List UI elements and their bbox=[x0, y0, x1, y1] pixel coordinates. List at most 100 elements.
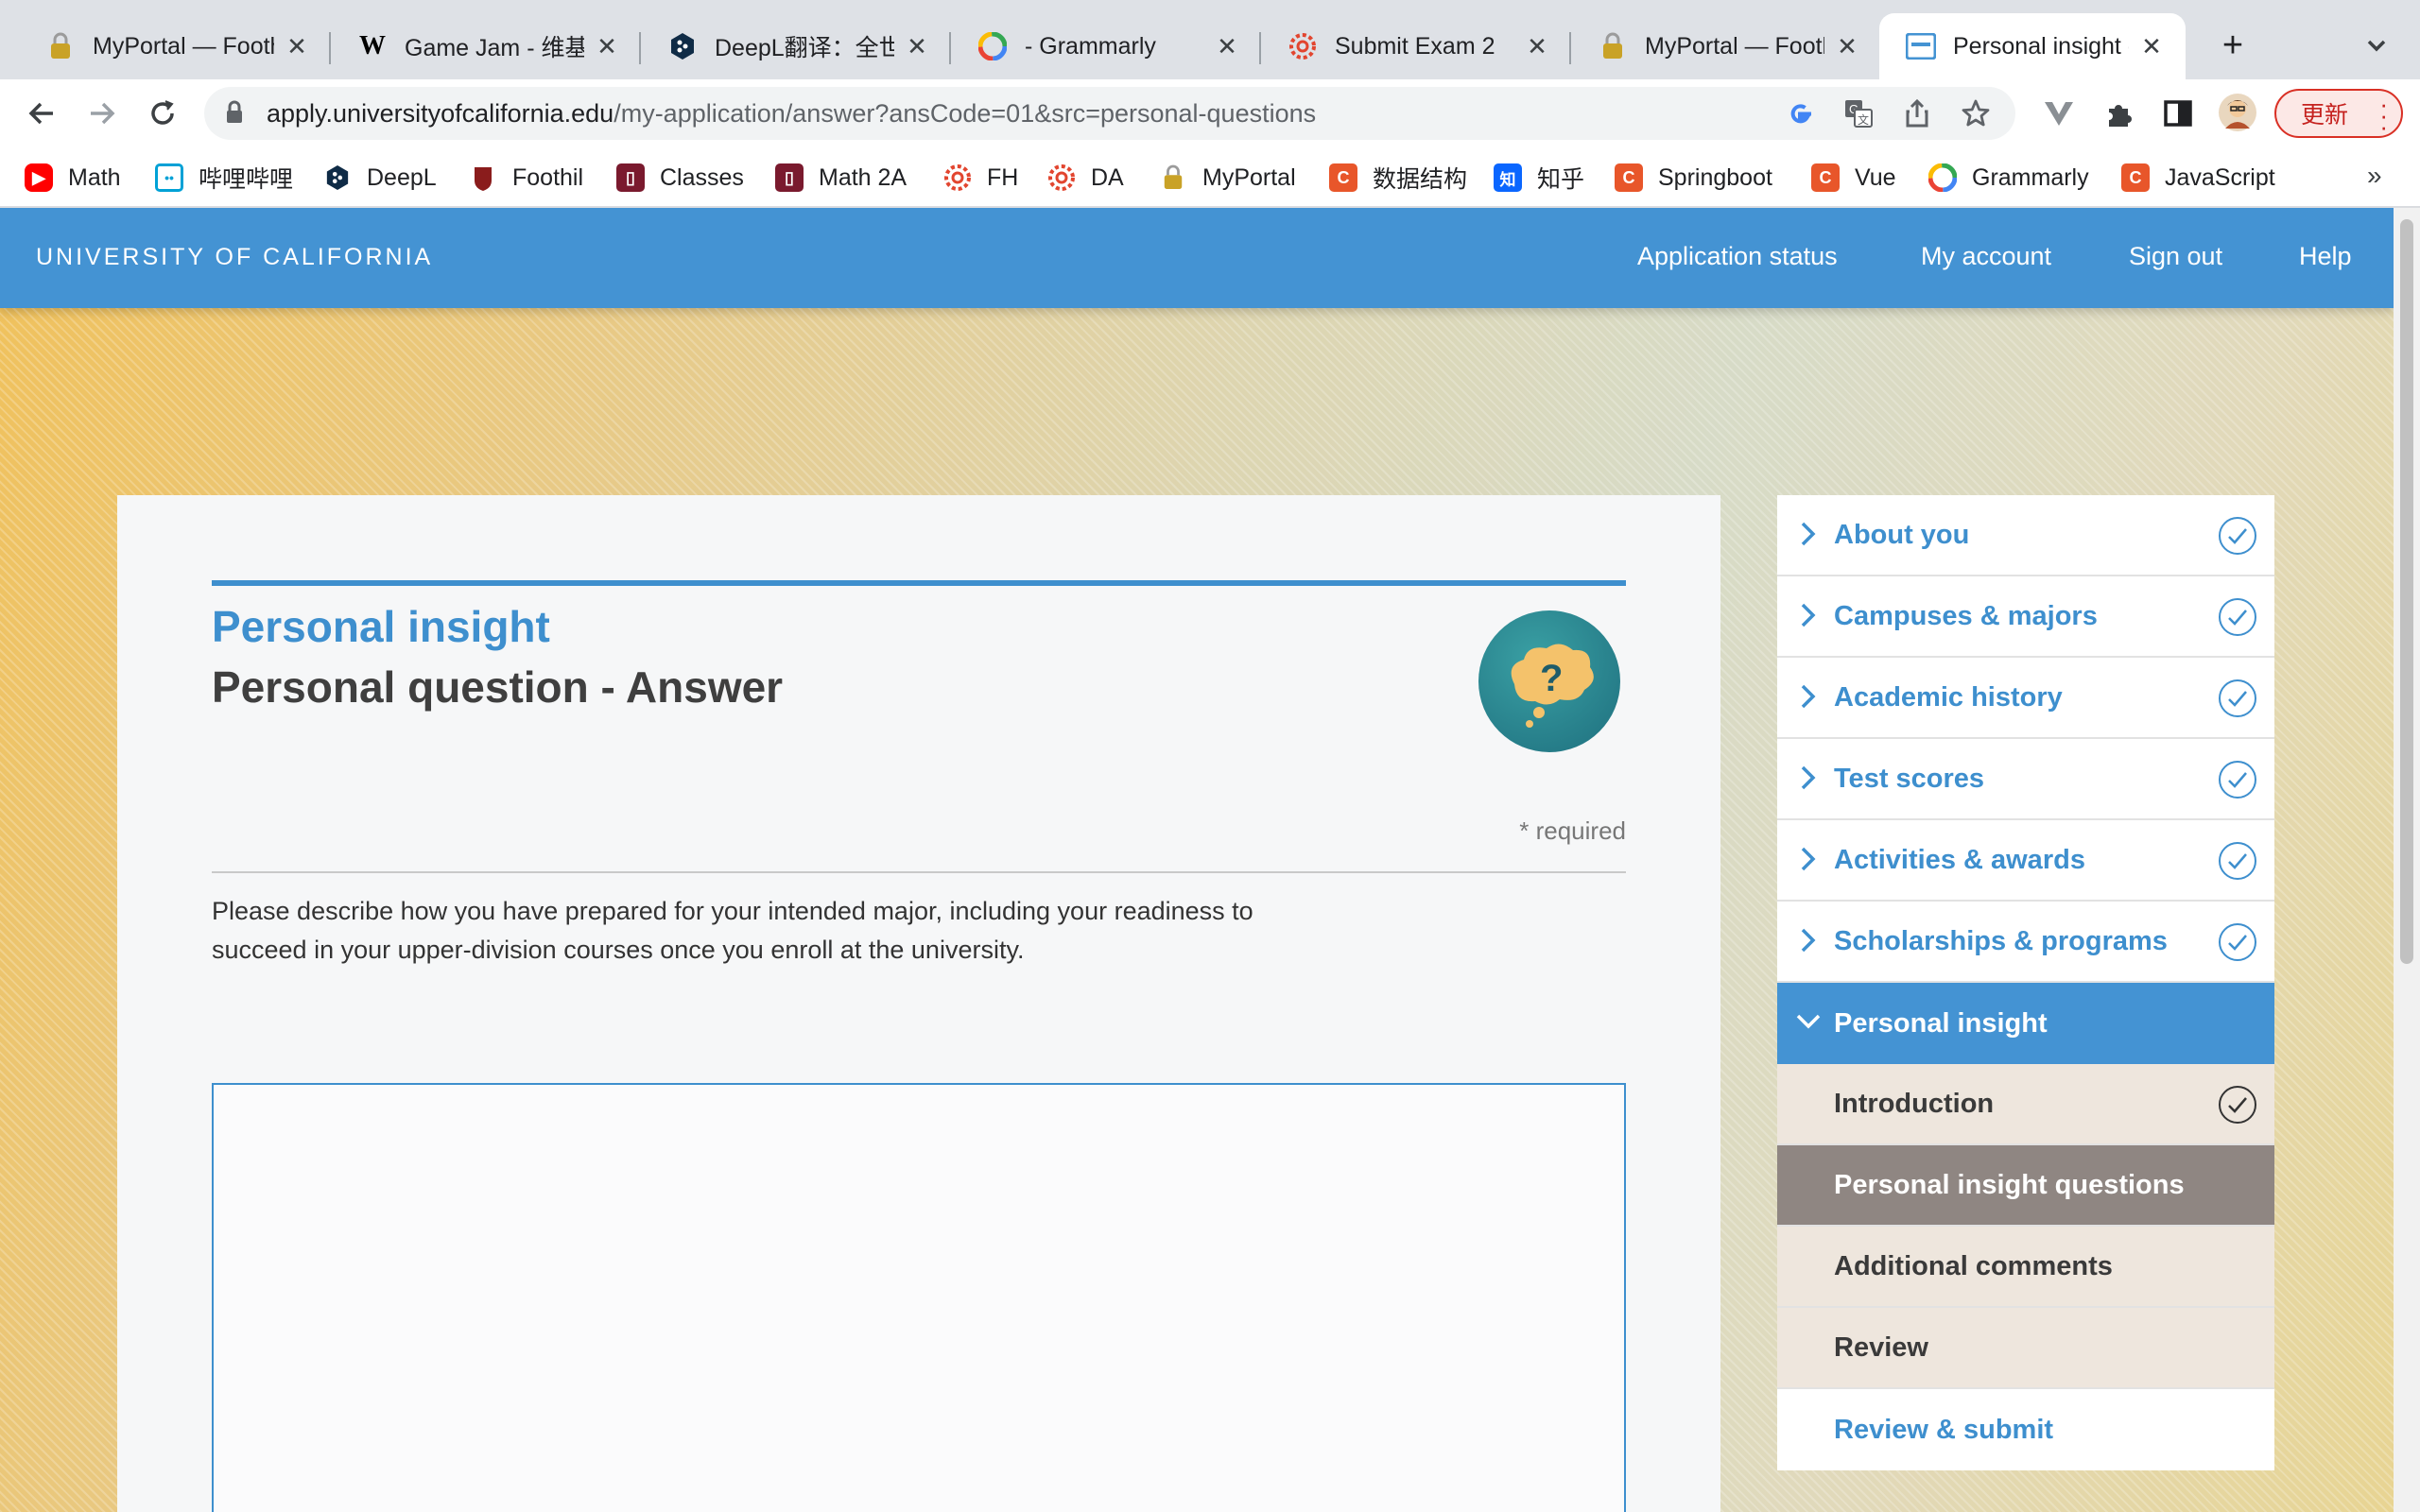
page-viewport: UNIVERSITY OF CALIFORNIA Application sta… bbox=[0, 208, 2420, 1512]
page-scrollbar[interactable] bbox=[2394, 208, 2420, 1512]
answer-textarea[interactable] bbox=[212, 1083, 1626, 1512]
chevron-right-icon bbox=[1794, 520, 1823, 548]
uc-logo[interactable]: UNIVERSITY OF CALIFORNIA bbox=[36, 244, 433, 271]
scrollbar-thumb[interactable] bbox=[2400, 219, 2413, 964]
lock-icon[interactable] bbox=[225, 100, 244, 129]
chevron-right-icon bbox=[1794, 682, 1823, 711]
bookmark-grammarly[interactable]: Grammarly bbox=[1928, 161, 2089, 195]
url-path: /my-application/answer?ansCode=01&src=pe… bbox=[614, 99, 1317, 128]
bookmark-javascript[interactable]: C JavaScript bbox=[2121, 161, 2275, 195]
check-circle-icon bbox=[2218, 841, 2257, 881]
tab-search-icon[interactable] bbox=[2358, 26, 2395, 64]
zhihu-icon: 知 bbox=[1494, 163, 1522, 192]
bookmark-label: FH bbox=[987, 163, 1019, 191]
chevron-right-icon bbox=[1794, 845, 1823, 873]
extensions-icon[interactable] bbox=[2102, 96, 2136, 130]
translate-icon[interactable]: G文 bbox=[1843, 98, 1874, 129]
sidebar-item-label: Review bbox=[1834, 1332, 1928, 1363]
back-button[interactable] bbox=[19, 91, 64, 136]
sidebar-item-label: About you bbox=[1834, 519, 1970, 550]
more-menu-icon[interactable]: · · · bbox=[2379, 92, 2388, 139]
nav-sign-out[interactable]: Sign out bbox=[2129, 242, 2222, 271]
nav-application-status[interactable]: Application status bbox=[1637, 242, 1838, 271]
share-icon[interactable] bbox=[1902, 98, 1932, 129]
nav-help[interactable]: Help bbox=[2299, 242, 2352, 271]
bookmark-da[interactable]: DA bbox=[1047, 161, 1124, 195]
bookmark-deepl[interactable]: DeepL bbox=[323, 161, 437, 195]
bookmark-classes[interactable]: ▯ Classes bbox=[616, 161, 744, 195]
google-icon[interactable] bbox=[1785, 98, 1815, 129]
bookmark-label: MyPortal bbox=[1202, 163, 1296, 191]
youtube-icon: ▶ bbox=[25, 163, 53, 192]
tab-deepl[interactable]: DeepL翻译：全世界 ✕ bbox=[641, 13, 951, 79]
c-icon: C bbox=[1615, 163, 1643, 192]
close-icon[interactable]: ✕ bbox=[2138, 32, 2165, 61]
nav-my-account[interactable]: My account bbox=[1921, 242, 2051, 271]
side-panel-icon[interactable] bbox=[2161, 96, 2195, 130]
close-icon[interactable]: ✕ bbox=[904, 32, 930, 61]
svg-text:?: ? bbox=[1540, 658, 1563, 699]
sidebar-item-campuses-majors[interactable]: Campuses & majors bbox=[1777, 576, 2274, 658]
bookmarks-overflow-button[interactable]: » bbox=[2367, 161, 2382, 191]
tab-myportal-2[interactable]: MyPortal — Footh ✕ bbox=[1571, 13, 1881, 79]
forward-button[interactable] bbox=[79, 91, 125, 136]
bookmark-math-2a[interactable]: ▯ Math 2A bbox=[775, 161, 907, 195]
close-icon[interactable]: ✕ bbox=[1524, 32, 1550, 61]
tab-grammarly[interactable]: - Grammarly ✕ bbox=[951, 13, 1261, 79]
sidebar-item-about-you[interactable]: About you bbox=[1777, 495, 2274, 576]
tab-title: Submit Exam 2 bbox=[1335, 32, 1495, 60]
sidebar-item-label: Campuses & majors bbox=[1834, 600, 2098, 631]
update-label: 更新 bbox=[2301, 102, 2349, 129]
c-icon: C bbox=[2121, 163, 2150, 192]
bookmark-foothill[interactable]: Foothil bbox=[469, 161, 583, 195]
sidebar-subitem-additional-comments[interactable]: Additional comments bbox=[1777, 1227, 2274, 1308]
sidebar-subitem-introduction[interactable]: Introduction bbox=[1777, 1064, 2274, 1145]
bookmark-bilibili[interactable]: •• 哔哩哔哩 bbox=[155, 161, 293, 195]
bookmark-label: DeepL bbox=[367, 163, 437, 191]
sidebar-item-academic-history[interactable]: Academic history bbox=[1777, 658, 2274, 739]
bookmark-fh[interactable]: FH bbox=[943, 161, 1018, 195]
bookmark-label: Classes bbox=[660, 163, 744, 191]
bookmark-label: 数据结构 bbox=[1373, 166, 1468, 193]
vimium-icon[interactable] bbox=[2042, 96, 2076, 130]
sidebar-item-activities-awards[interactable]: Activities & awards bbox=[1777, 820, 2274, 902]
new-tab-button[interactable]: + bbox=[2212, 25, 2254, 66]
bookmark-springboot[interactable]: C Springboot bbox=[1615, 161, 1772, 195]
reload-button[interactable] bbox=[140, 91, 185, 136]
c-icon: C bbox=[1811, 163, 1840, 192]
sidebar-item-personal-insight[interactable]: Personal insight bbox=[1777, 983, 2274, 1064]
close-icon[interactable]: ✕ bbox=[1834, 32, 1860, 61]
deepl-icon bbox=[667, 31, 698, 61]
bookmark-label: 哔哩哔哩 bbox=[199, 166, 294, 193]
tab-submit-exam[interactable]: Submit Exam 2 ✕ bbox=[1261, 13, 1571, 79]
sidebar-item-scholarships-programs[interactable]: Scholarships & programs bbox=[1777, 902, 2274, 983]
bookmark-myportal[interactable]: MyPortal bbox=[1159, 161, 1296, 195]
sidebar-item-review-submit[interactable]: Review & submit bbox=[1777, 1389, 2274, 1470]
address-bar[interactable]: apply.universityofcalifornia.edu/my-appl… bbox=[204, 87, 2015, 140]
check-circle-icon bbox=[2218, 516, 2257, 556]
bookmark-label: Math 2A bbox=[819, 163, 908, 191]
close-icon[interactable]: ✕ bbox=[284, 32, 310, 61]
bookmark-math[interactable]: ▶ Math bbox=[25, 161, 121, 195]
bookmark-zhihu[interactable]: 知 知乎 bbox=[1494, 161, 1584, 195]
tab-game-jam[interactable]: W Game Jam - 维基百 ✕ bbox=[331, 13, 641, 79]
update-button[interactable]: 更新 · · · bbox=[2274, 89, 2403, 139]
close-icon[interactable]: ✕ bbox=[594, 32, 620, 61]
tab-personal-insight[interactable]: Personal insight q ✕ bbox=[1879, 13, 2186, 79]
sidebar-subitem-review[interactable]: Review bbox=[1777, 1308, 2274, 1389]
sidebar-item-test-scores[interactable]: Test scores bbox=[1777, 739, 2274, 820]
canvas-icon bbox=[943, 163, 972, 192]
profile-avatar[interactable] bbox=[2218, 93, 2257, 132]
divider bbox=[212, 871, 1626, 873]
sidebar-item-label: Personal insight questions bbox=[1834, 1169, 2185, 1200]
bookmark-vue[interactable]: C Vue bbox=[1811, 161, 1896, 195]
google-docs-icon bbox=[977, 31, 1008, 61]
bookmark-star-icon[interactable] bbox=[1961, 98, 1991, 129]
close-icon[interactable]: ✕ bbox=[1214, 32, 1240, 61]
sidebar-subitem-personal-insight-questions[interactable]: Personal insight questions bbox=[1777, 1145, 2274, 1227]
bookmark-data-structures[interactable]: C 数据结构 bbox=[1329, 161, 1467, 195]
question-prompt: Please describe how you have prepared fo… bbox=[212, 897, 1253, 964]
tab-myportal-1[interactable]: MyPortal — Footh ✕ bbox=[19, 13, 331, 79]
sidebar-item-label: Introduction bbox=[1834, 1088, 1995, 1119]
section-title: Personal insight bbox=[212, 602, 550, 651]
